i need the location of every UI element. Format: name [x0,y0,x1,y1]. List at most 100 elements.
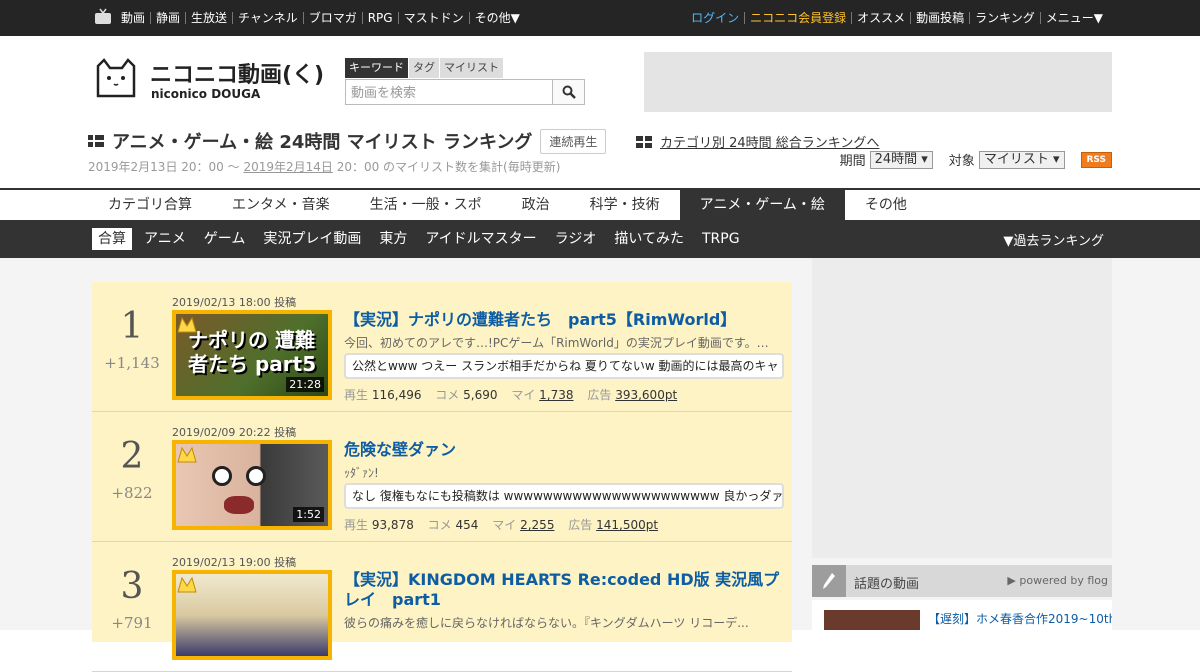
nav-mastodon[interactable]: マストドン [397,12,469,24]
search-input[interactable] [346,80,553,104]
subcategory-tab-imas[interactable]: アイドルマスター [419,228,542,250]
search-tab-tag[interactable]: タグ [409,58,439,78]
trending-item[interactable]: 【遅刻】ホメ春香合作2019~10th [812,600,1112,630]
subcategory-tab-lets-play[interactable]: 実況プレイ動画 [257,228,367,250]
nav-rpg[interactable]: RPG [361,12,398,24]
period-label: 期間 [839,154,866,169]
powered-by-flog-link[interactable]: ▶ powered by flog [1007,574,1108,587]
target-select-value: マイリスト [983,151,1049,167]
video-thumbnail[interactable]: 1:52 [172,440,332,530]
svg-text:ニコニコ動画(く): ニコニコ動画(く) [150,63,324,88]
search-icon [562,85,576,99]
category-grid-icon [636,135,652,148]
video-duration: 1:52 [293,507,324,522]
video-title[interactable]: 危険な壁ダァン [344,440,784,460]
ranking-item: 3 +791 2019/02/13 19:00 投稿 【実況】KINGDOM H… [92,542,792,672]
subcategory-tab-all[interactable]: 合算 [92,228,132,250]
ad-label: 広告 [587,388,612,402]
nav-recommend[interactable]: オススメ [851,12,910,24]
thumbnail-mouth [224,496,254,514]
nav-channel[interactable]: チャンネル [232,12,303,24]
mylist-count-link[interactable]: 1,738 [539,388,573,402]
video-thumbnail[interactable] [172,570,332,660]
trending-thumbnail[interactable] [824,610,920,630]
nav-seiga[interactable]: 静画 [150,12,185,24]
category-tab-life[interactable]: 生活・一般・スポ [350,190,502,220]
video-description: 彼らの痛みを癒しに戻らなければならない。『キングダムハーツ リコーデ... [344,616,749,630]
subcategory-nav: 合算 アニメ ゲーム 実況プレイ動画 東方 アイドルマスター ラジオ 描いてみた… [0,220,1200,258]
comment-count: 5,690 [463,388,498,402]
trending-label: 話題の動画 [854,577,920,592]
category-tab-politics[interactable]: 政治 [502,190,570,220]
niconico-tv-icon[interactable] [94,8,112,26]
search-button[interactable] [552,80,584,104]
mylist-count-link[interactable]: 2,255 [520,518,554,532]
ad-points-link[interactable]: 141,500pt [596,518,658,532]
video-description: 今回、初めてのアレです…!PCゲーム「RimWorld」の実況プレイ動画です。p… [344,336,774,350]
continuous-play-button[interactable]: 連続再生 [540,128,607,154]
register-link[interactable]: ニコニコ会員登録 [744,12,851,24]
thumbnail-eye-left [212,466,232,486]
subcategory-tab-game[interactable]: ゲーム [198,228,252,250]
search-tab-keyword[interactable]: キーワード [345,58,408,78]
category-tab-other[interactable]: その他 [845,190,927,220]
video-thumbnail[interactable]: ナポリの 遭難者たち part5 21:28 [172,310,332,400]
search-tab-mylist[interactable]: マイリスト [440,58,503,78]
sidebar-ad[interactable] [812,258,1112,558]
nav-other-menu[interactable]: その他▼ [468,12,525,24]
ranking-filters: 期間 24時間 ▾ 対象 マイリスト ▾ RSS [840,150,1112,169]
mylist-label: マイ [492,518,517,532]
period-end-link[interactable]: 2019年2月14日 [243,160,332,174]
target-select[interactable]: マイリスト ▾ [978,150,1065,169]
category-tab-all[interactable]: カテゴリ合算 [88,190,212,220]
category-tab-science[interactable]: 科学・技術 [570,190,680,220]
page-title: アニメ・ゲーム・絵 24時間 マイリスト ランキング [112,132,533,153]
thumbnail-image [176,574,328,656]
period-select[interactable]: 24時間 ▾ [869,150,933,169]
category-nav: カテゴリ合算 エンタメ・音楽 生活・一般・スポ 政治 科学・技術 アニメ・ゲーム… [0,188,1200,220]
nav-ranking[interactable]: ランキング [969,12,1040,24]
niconico-logo-image: ニコニコ動画(く) niconico DOUGA [96,58,324,101]
past-ranking-toggle[interactable]: ▼過去ランキング [1003,230,1104,249]
login-link[interactable]: ログイン [686,12,744,24]
category-tab-anime-game[interactable]: アニメ・ゲーム・絵 [679,190,845,220]
subcategory-tab-touhou[interactable]: 東方 [373,228,413,250]
video-title[interactable]: 【実況】ナポリの遭難者たち part5【RimWorld】 [344,310,784,330]
global-nav-left: 動画 静画 生放送 チャンネル ブロマガ RPG マストドン その他▼ [116,0,525,36]
play-count: 116,496 [371,388,422,402]
target-label: 対象 [948,154,975,169]
svg-text:niconico DOUGA: niconico DOUGA [151,87,261,101]
rss-button[interactable]: RSS [1080,151,1112,168]
video-title[interactable]: 【実況】KINGDOM HEARTS Re:coded HD版 実況風プレイ p… [344,570,784,610]
nav-menu[interactable]: メニュー▼ [1039,12,1108,24]
posted-date: 2019/02/13 19:00 投稿 [172,556,297,569]
search-box [345,79,585,105]
subcategory-tab-anime[interactable]: アニメ [138,228,192,250]
header-ad-banner[interactable] [644,52,1112,112]
latest-comments: 公然とwww つえー スランボ相手だからね 夏りてないw 動画的には最高のキャ [344,353,784,379]
nav-douga[interactable]: 動画 [116,12,150,24]
trending-title[interactable]: 【遅刻】ホメ春香合作2019~10th [928,610,1112,627]
ranking-list: 1 +1,143 2019/02/13 18:00 投稿 ナポリの 遭難者たち … [92,282,792,672]
category-tab-entertainment[interactable]: エンタメ・音楽 [212,190,350,220]
comment-label: コメ [435,388,460,402]
nav-live[interactable]: 生放送 [185,12,232,24]
video-duration: 21:28 [286,377,324,392]
thumbnail-caption: ナポリの 遭難者たち part5 [188,328,317,376]
nav-blomaga[interactable]: ブロマガ [302,12,362,24]
subcategory-tab-drawing[interactable]: 描いてみた [608,228,690,250]
niconico-logo[interactable]: ニコニコ動画(く) niconico DOUGA [94,56,334,108]
category-ranking-link[interactable]: カテゴリ別 24時間 総合ランキングへ [660,132,879,151]
subcategory-tab-radio[interactable]: ラジオ [549,228,603,250]
play-label: 再生 [344,388,369,402]
ad-points-link[interactable]: 393,600pt [615,388,677,402]
list-grid-icon [88,135,104,147]
thumbnail-image: 1:52 [176,444,328,526]
play-count: 93,878 [371,518,414,532]
rank-number: 1 [120,306,144,347]
subcategory-tab-trpg[interactable]: TRPG [696,228,746,250]
nav-upload[interactable]: 動画投稿 [910,12,969,24]
rank-point-diff: +822 [111,484,153,502]
rank-number: 3 [120,566,144,607]
mylist-label: マイ [511,388,536,402]
